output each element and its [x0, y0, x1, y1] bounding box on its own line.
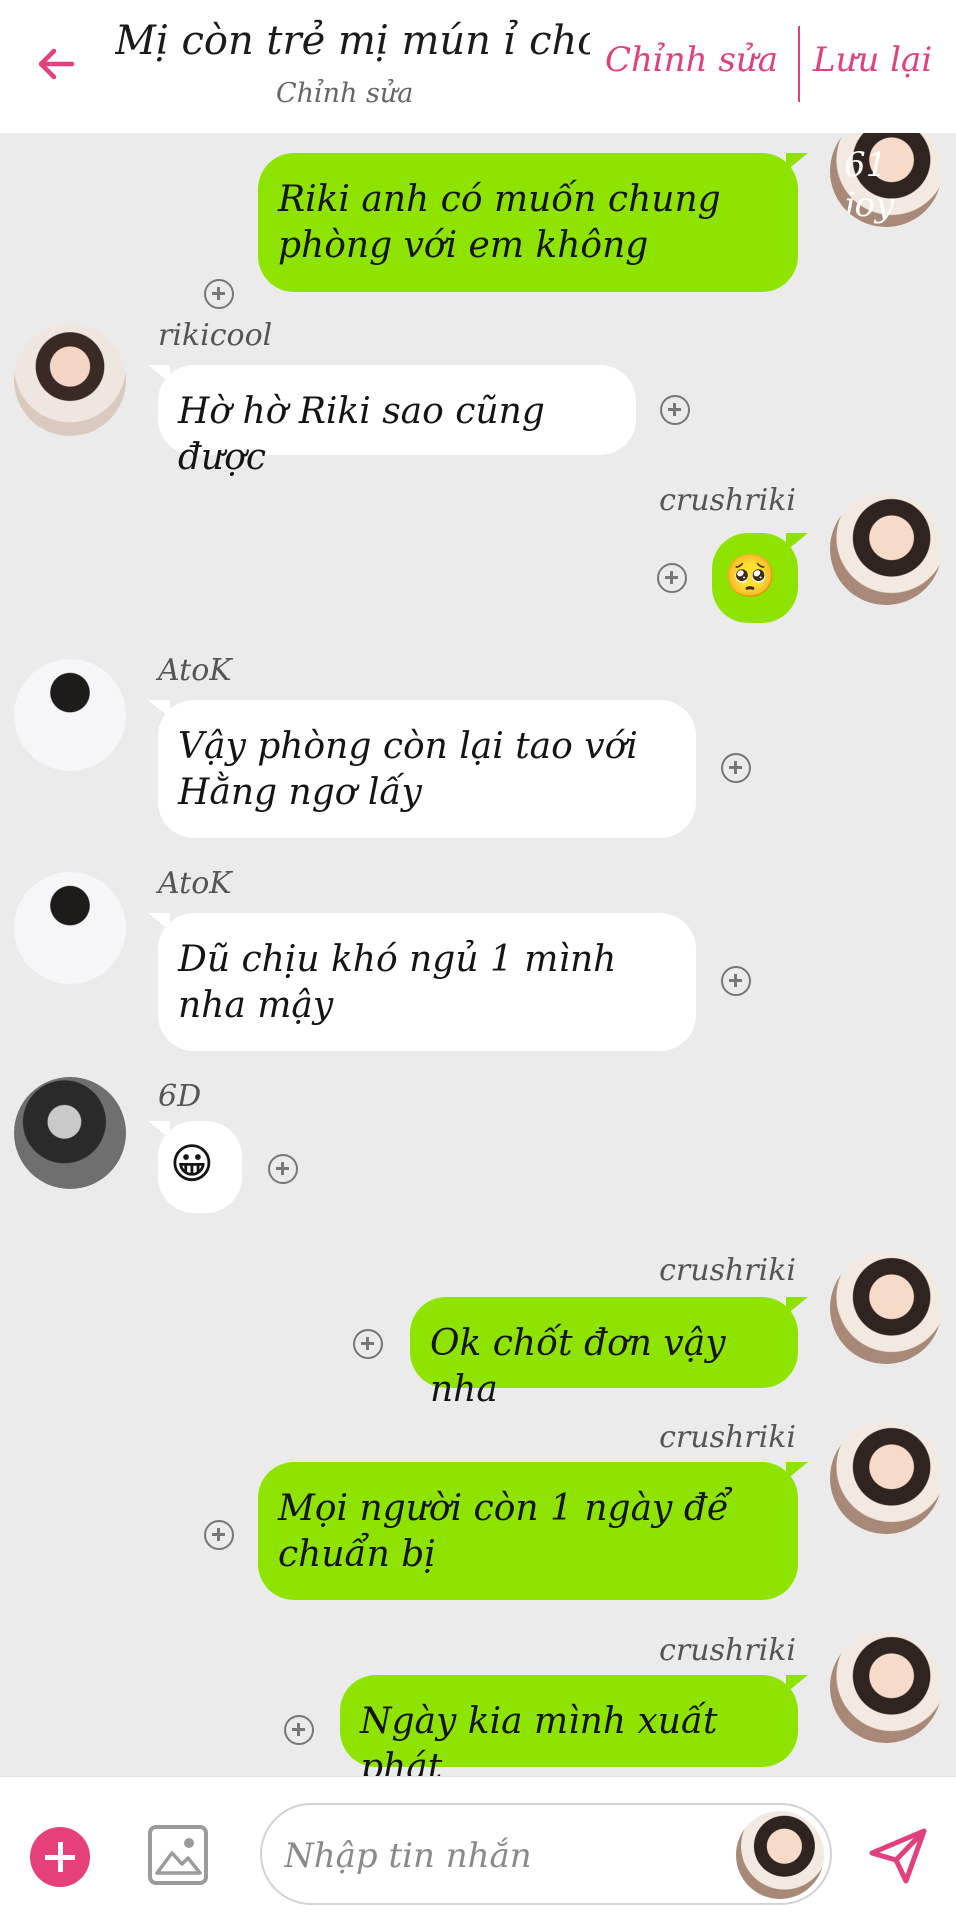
image-picker-button[interactable]: [148, 1825, 208, 1885]
avatar[interactable]: [830, 493, 942, 605]
avatar[interactable]: [830, 1631, 942, 1743]
avatar[interactable]: [830, 1422, 942, 1534]
send-icon: [869, 1828, 927, 1884]
header-divider: [798, 26, 800, 102]
composer-bar: [0, 1776, 956, 1921]
chat-title[interactable]: Mị còn trẻ mị mún ỉ chơi: [115, 18, 590, 64]
add-reaction-icon[interactable]: [721, 966, 751, 996]
emoji: 🥺: [724, 551, 777, 600]
message-bubble[interactable]: Mọi người còn 1 ngày để chuẩn bị: [258, 1462, 808, 1600]
add-attachment-button[interactable]: [30, 1827, 90, 1887]
avatar[interactable]: [14, 1077, 126, 1189]
send-button[interactable]: [858, 1815, 938, 1895]
image-icon: [155, 1838, 202, 1875]
message-bubble[interactable]: 🥺: [712, 533, 808, 623]
sender-name: rikicool: [158, 318, 273, 353]
avatar[interactable]: [830, 1252, 942, 1364]
add-reaction-icon[interactable]: [284, 1715, 314, 1745]
avatar[interactable]: [14, 659, 126, 771]
avatar[interactable]: [14, 324, 126, 436]
message-list[interactable]: crushriki 61 joy Riki anh có muốn chung …: [0, 133, 956, 1776]
sender-name: crushriki: [659, 1253, 796, 1288]
add-reaction-icon[interactable]: [204, 1520, 234, 1550]
arrow-left-icon: [38, 48, 75, 80]
add-reaction-icon[interactable]: [204, 279, 234, 309]
save-button[interactable]: Lưu lại: [813, 40, 932, 80]
add-reaction-icon[interactable]: [657, 563, 687, 593]
message-bubble[interactable]: Riki anh có muốn chung phòng với em khôn…: [258, 153, 808, 292]
add-reaction-icon[interactable]: [660, 395, 690, 425]
sender-avatar-toggle[interactable]: [736, 1811, 824, 1899]
add-reaction-icon[interactable]: [721, 753, 751, 783]
sender-name: crushriki: [659, 1420, 796, 1455]
message-input-container[interactable]: [260, 1803, 832, 1905]
emoji: 😀: [170, 1139, 214, 1188]
sender-name: AtoK: [158, 653, 232, 688]
avatar[interactable]: [14, 872, 126, 984]
message-bubble[interactable]: Ok chốt đơn vậy nha: [410, 1297, 808, 1410]
message-bubble[interactable]: Hờ hờ Riki sao cũng được: [148, 365, 636, 478]
sender-name: crushriki: [659, 133, 796, 138]
sender-name: crushriki: [659, 483, 796, 518]
sender-name: crushriki: [659, 1633, 796, 1668]
avatar-overlay-text: 61 joy: [844, 145, 895, 225]
sender-name: 6D: [158, 1079, 202, 1114]
message-bubble[interactable]: Dũ chịu khó ngủ 1 mình nha mậy: [148, 913, 696, 1051]
add-reaction-icon[interactable]: [268, 1154, 298, 1184]
chat-subtitle[interactable]: Chỉnh sửa: [276, 78, 413, 109]
message-bubble[interactable]: 😀: [148, 1121, 242, 1213]
message-bubble[interactable]: Ngày kia mình xuất phát: [340, 1675, 808, 1776]
add-reaction-icon[interactable]: [353, 1329, 383, 1359]
message-bubble[interactable]: Vậy phòng còn lại tao với Hằng ngơ lấy: [148, 700, 696, 838]
message-input[interactable]: [282, 1827, 706, 1885]
edit-button[interactable]: Chỉnh sửa: [605, 40, 778, 80]
chat-header: Mị còn trẻ mị mún ỉ chơi Chỉnh sửa Chỉnh…: [0, 0, 956, 133]
avatar[interactable]: 61 joy: [830, 133, 942, 227]
back-button[interactable]: [28, 36, 84, 92]
sender-name: AtoK: [158, 866, 232, 901]
